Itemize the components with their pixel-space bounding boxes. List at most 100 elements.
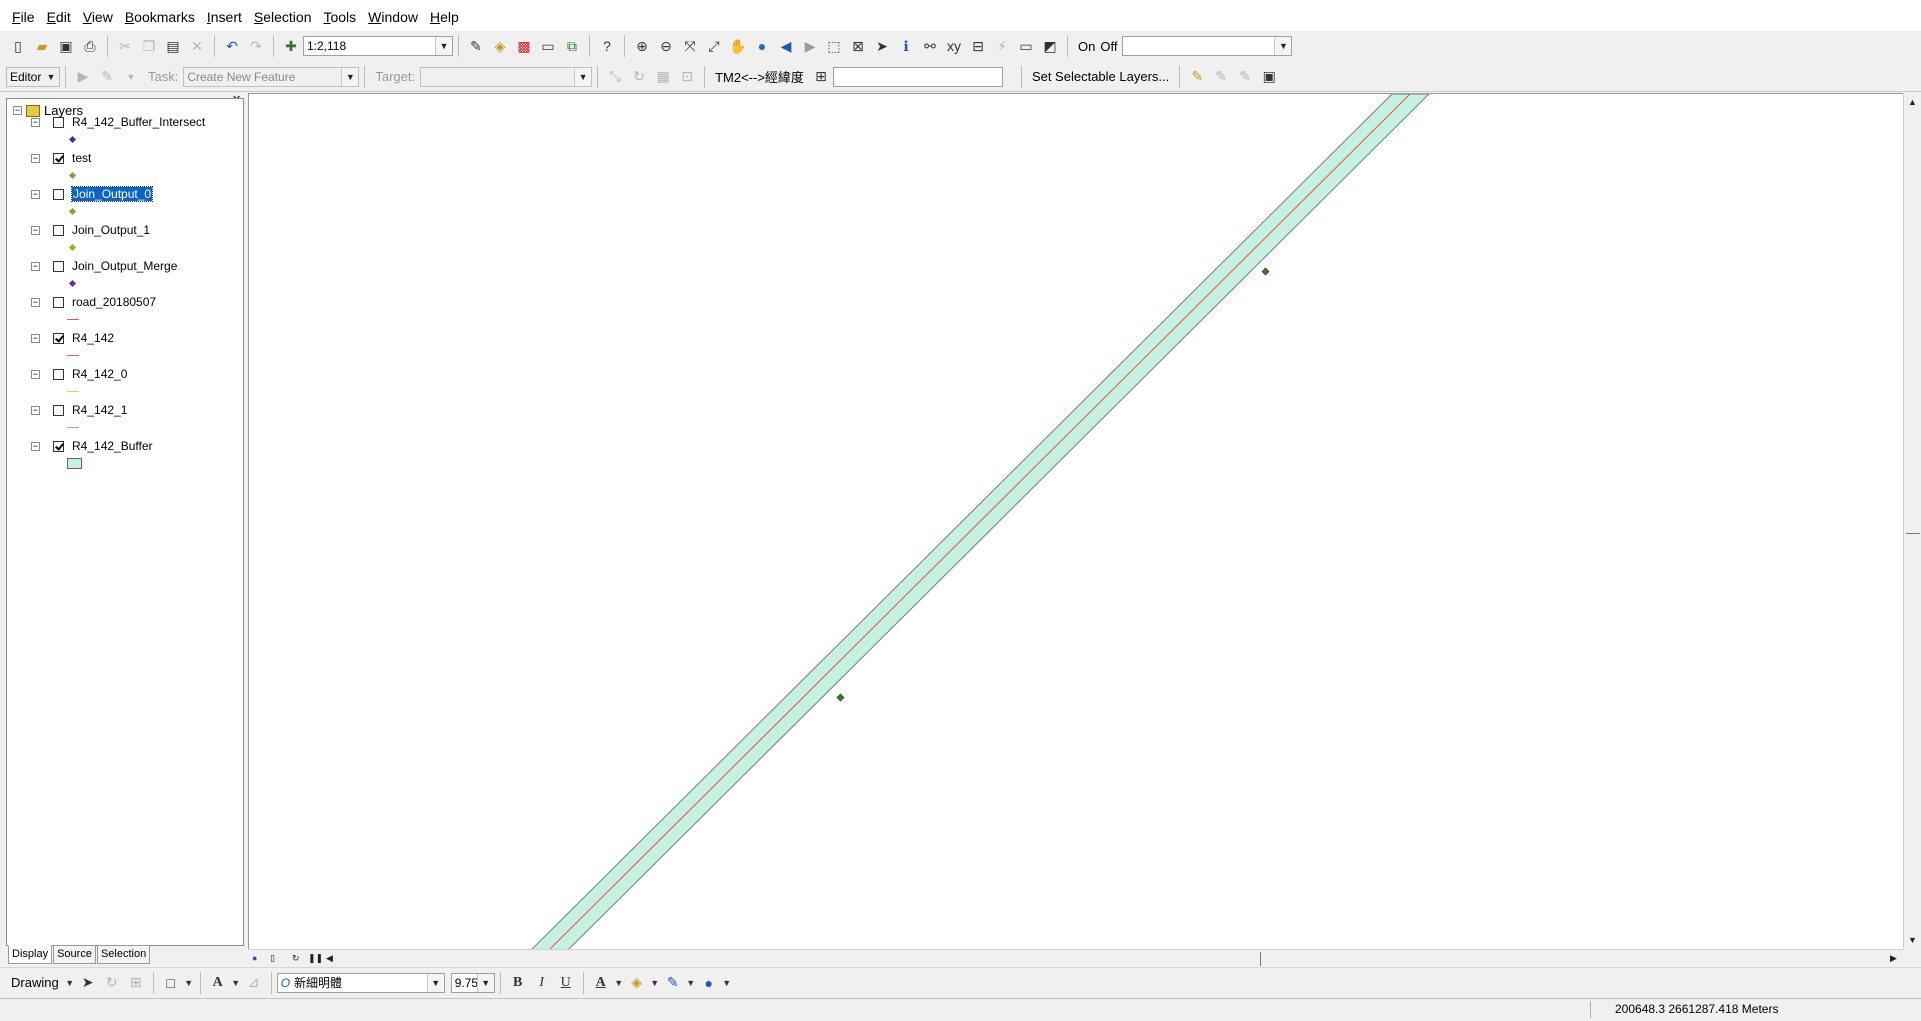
scroll-left-icon[interactable]: ◀ xyxy=(326,953,333,964)
underline-button[interactable]: U xyxy=(555,972,577,994)
collapse-icon[interactable]: − xyxy=(31,117,40,127)
identify-icon[interactable]: ℹ xyxy=(895,35,917,57)
rectangle-icon[interactable]: □ xyxy=(160,972,182,994)
arctoolbox-icon[interactable]: ▩ xyxy=(513,35,535,57)
chevron-down-icon[interactable]: ▼ xyxy=(650,972,660,994)
select-elements-icon[interactable]: ➤ xyxy=(871,35,893,57)
coordinate-tool-icon[interactable]: ⊞ xyxy=(810,66,832,88)
layer-name[interactable]: R4_142_1 xyxy=(72,403,127,417)
map-canvas[interactable] xyxy=(249,94,1903,949)
add-data-icon[interactable]: ✚ xyxy=(280,35,302,57)
menu-insert[interactable]: Insert xyxy=(201,9,248,25)
off-label[interactable]: Off xyxy=(1100,39,1117,54)
whats-this-icon[interactable]: ? xyxy=(596,35,618,57)
font-size-combo[interactable]: 9.75 ▼ xyxy=(450,972,495,993)
layer-visibility-checkbox[interactable] xyxy=(53,404,64,416)
map-scale-combo[interactable]: 1:2,118 ▼ xyxy=(303,36,453,56)
data-view-icon[interactable]: ● xyxy=(252,953,257,963)
save-edits-pencil-icon[interactable]: ✎ xyxy=(1234,66,1256,88)
layer-name[interactable]: Join_Output_0 xyxy=(70,186,154,202)
rotate-tool-icon[interactable]: ↻ xyxy=(628,66,650,88)
menu-window[interactable]: Window xyxy=(362,9,424,25)
collapse-icon[interactable]: − xyxy=(31,297,40,307)
marker-color-icon[interactable]: ● xyxy=(698,972,720,994)
task-combo[interactable]: Create New Feature ▼ xyxy=(183,66,360,87)
layer-name[interactable]: Join_Output_Merge xyxy=(72,259,177,273)
layer-name[interactable]: road_20180507 xyxy=(72,295,156,309)
hyperlink-icon[interactable]: ⚡ xyxy=(991,35,1013,57)
sketch-properties-icon[interactable]: ⊡ xyxy=(676,66,698,88)
collapse-icon[interactable]: − xyxy=(31,153,40,163)
layer-item[interactable]: − Join_Output_0 xyxy=(31,186,154,202)
chevron-down-icon[interactable]: ▼ xyxy=(1274,37,1292,55)
layer-item[interactable]: − Join_Output_Merge xyxy=(31,259,177,273)
split-tool-icon[interactable]: ⤡ xyxy=(604,66,626,88)
layer-item[interactable]: − road_20180507 xyxy=(31,295,156,309)
layer-item[interactable]: − Join_Output_1 xyxy=(31,223,150,237)
line-color-icon[interactable]: ✎ xyxy=(662,972,684,994)
copy-icon[interactable]: ❐ xyxy=(138,35,160,57)
horizontal-scrollbar[interactable]: ● ▯ ↻ ❚❚ ◀ ▶ xyxy=(248,949,1903,967)
scroll-thumb[interactable] xyxy=(1906,533,1920,534)
delete-icon[interactable]: ✕ xyxy=(186,35,208,57)
layer-name[interactable]: test xyxy=(72,151,91,165)
text-icon[interactable]: A xyxy=(207,972,229,994)
collapse-icon[interactable]: − xyxy=(31,405,40,415)
select-features-icon[interactable]: ⬚ xyxy=(823,35,845,57)
find-binoculars-icon[interactable]: ⚯ xyxy=(919,35,941,57)
layer-item[interactable]: − R4_142_Buffer xyxy=(31,439,153,453)
stop-editing-icon[interactable]: ✎ xyxy=(1210,66,1232,88)
tm2-converter-label[interactable]: TM2<-->經緯度 xyxy=(715,67,804,86)
refresh-icon[interactable]: ↻ xyxy=(292,953,300,964)
font-color-icon[interactable]: A xyxy=(590,972,612,994)
layer-visibility-checkbox[interactable] xyxy=(53,152,64,164)
edit-tool-icon[interactable]: ▶ xyxy=(72,66,94,88)
chevron-down-icon[interactable]: ▼ xyxy=(435,37,452,55)
fixed-zoom-in-icon[interactable]: ⤧ xyxy=(679,35,701,57)
layer-name[interactable]: R4_142 xyxy=(72,331,114,345)
tab-source[interactable]: Source xyxy=(53,945,96,964)
layer-visibility-checkbox[interactable] xyxy=(53,296,64,308)
target-combo[interactable]: ▼ xyxy=(420,66,593,87)
layer-visibility-checkbox[interactable] xyxy=(53,440,64,452)
back-extent-icon[interactable]: ◀ xyxy=(775,35,797,57)
menu-view[interactable]: View xyxy=(77,9,119,25)
set-selectable-layers-button[interactable]: Set Selectable Layers... xyxy=(1032,69,1169,84)
layer-visibility-checkbox[interactable] xyxy=(53,116,64,128)
sketch-pencil-icon[interactable]: ✎ xyxy=(96,66,118,88)
model-builder-icon[interactable]: ⧉ xyxy=(561,35,583,57)
start-editing-icon[interactable]: ✎ xyxy=(1186,66,1208,88)
chevron-down-icon[interactable]: ▼ xyxy=(686,972,696,994)
chevron-down-icon[interactable]: ▼ xyxy=(231,972,241,994)
zoom-out-icon[interactable]: ⊖ xyxy=(655,35,677,57)
chevron-down-icon[interactable]: ▼ xyxy=(184,972,194,994)
zoom-whole-page-icon[interactable]: ⊞ xyxy=(125,972,147,994)
cut-icon[interactable]: ✂ xyxy=(114,35,136,57)
print-icon[interactable]: ⎙ xyxy=(79,35,101,57)
layer-item[interactable]: − R4_142_0 xyxy=(31,367,127,381)
pan-hand-icon[interactable]: ✋ xyxy=(727,35,749,57)
zoom-in-icon[interactable]: ⊕ xyxy=(631,35,653,57)
time-slider-icon[interactable]: ◩ xyxy=(1039,35,1061,57)
scroll-right-icon[interactable]: ▶ xyxy=(1890,953,1897,964)
pause-drawing-icon[interactable]: ❚❚ xyxy=(308,953,323,964)
scroll-thumb[interactable] xyxy=(1260,952,1261,966)
layer-visibility-checkbox[interactable] xyxy=(53,224,64,236)
italic-button[interactable]: I xyxy=(531,972,553,994)
save-edits-icon[interactable]: ▣ xyxy=(1258,66,1280,88)
coordinate-input[interactable] xyxy=(832,66,1003,87)
forward-extent-icon[interactable]: ▶ xyxy=(799,35,821,57)
menu-selection[interactable]: Selection xyxy=(248,9,318,25)
chevron-down-icon[interactable]: ▼ xyxy=(476,973,494,992)
layer-visibility-checkbox[interactable] xyxy=(53,260,64,272)
menu-tools[interactable]: Tools xyxy=(317,9,362,25)
html-popup-icon[interactable]: ▭ xyxy=(1015,35,1037,57)
tab-display[interactable]: Display xyxy=(8,945,53,964)
chevron-down-icon[interactable]: ▼ xyxy=(120,66,142,88)
new-document-icon[interactable]: ▯ xyxy=(7,35,29,57)
collapse-icon[interactable]: − xyxy=(31,333,40,343)
tab-selection[interactable]: Selection xyxy=(96,945,151,964)
layout-view-icon[interactable]: ▯ xyxy=(270,953,275,964)
edit-vertices-icon[interactable]: ⊿ xyxy=(243,972,265,994)
open-folder-icon[interactable]: ▰ xyxy=(31,35,53,57)
